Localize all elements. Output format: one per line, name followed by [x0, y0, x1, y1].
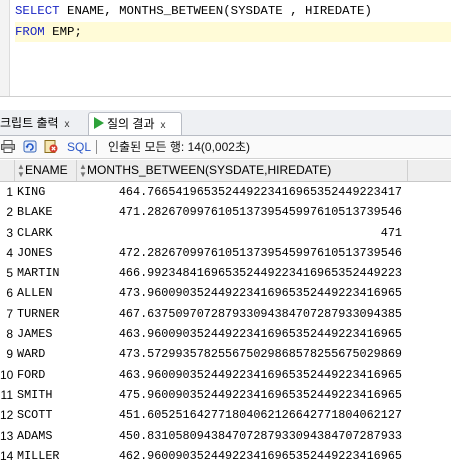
sql-keyword: FROM — [15, 25, 45, 39]
table-row[interactable]: 3 CLARK 471 — [0, 223, 451, 243]
ename-cell[interactable]: KING — [17, 182, 77, 202]
ename-cell[interactable]: MILLER — [17, 446, 77, 466]
row-number-cell[interactable]: 6 — [0, 283, 13, 303]
editor-line-2[interactable]: FROM EMP; — [15, 22, 451, 42]
months-between-cell[interactable]: 466.992348416965352449223416965352449223 — [82, 263, 402, 283]
row-number-cell[interactable]: 9 — [0, 344, 13, 364]
table-row[interactable]: 13 ADAMS 450.83105809438470728793309438470… — [0, 426, 451, 446]
sql-editor[interactable]: SELECT ENAME, MONTHS_BETWEEN(SYSDATE , H… — [0, 0, 451, 97]
months-between-cell[interactable]: 471 — [82, 223, 402, 243]
editor-gutter — [0, 0, 10, 96]
toolbar-divider — [96, 140, 97, 154]
table-row[interactable]: 1 KING 464.7665419653524492234169653524492… — [0, 182, 451, 202]
months-between-cell[interactable]: 450.831058094384707287933094384707287933 — [82, 426, 402, 446]
months-between-cell[interactable]: 451.605251642771804062126642771804062127 — [82, 405, 402, 425]
sql-file-icon[interactable] — [44, 140, 58, 153]
row-number-cell[interactable]: 7 — [0, 304, 13, 324]
months-between-cell[interactable]: 473.572993578255675029868578255675029869 — [82, 344, 402, 364]
months-between-cell[interactable]: 472.282670997610513739545997610513739546 — [82, 243, 402, 263]
ename-cell[interactable]: CLARK — [17, 223, 77, 243]
sql-text: ENAME, MONTHS_BETWEEN(SYSDATE , HIREDATE… — [59, 4, 372, 18]
row-number-cell[interactable]: 2 — [0, 202, 13, 222]
printer-icon[interactable] — [1, 140, 15, 153]
tab-script-output[interactable]: 크립트 출력 x — [0, 112, 85, 134]
grid-header: ▲ ▼ENAME ▲ ▼MONTHS_BETWEEN(SYSDATE,HIREDAT… — [0, 160, 451, 182]
column-header-ename[interactable]: ▲ ▼ENAME — [15, 160, 77, 181]
ename-cell[interactable]: JAMES — [17, 324, 77, 344]
ename-cell[interactable]: SMITH — [17, 385, 77, 405]
ename-cell[interactable]: MARTIN — [17, 263, 77, 283]
sort-icon: ▲ ▼ — [79, 161, 87, 179]
result-tab-bar: 크립트 출력 x 질의 결과 x — [0, 110, 451, 136]
tab-close-icon[interactable]: x — [65, 119, 70, 130]
refresh-icon[interactable] — [23, 140, 37, 153]
row-number-cell[interactable]: 14 — [0, 446, 13, 466]
row-number-cell[interactable]: 5 — [0, 263, 13, 283]
result-toolbar: SQL 인출된 모든 행: 14(0,002초) — [0, 136, 451, 159]
ename-cell[interactable]: TURNER — [17, 304, 77, 324]
tab-close-icon[interactable]: x — [161, 120, 166, 131]
months-between-cell[interactable]: 463.960090352449223416965352449223416965 — [82, 324, 402, 344]
ename-cell[interactable]: JONES — [17, 243, 77, 263]
table-row[interactable]: 8 JAMES 463.960090352449223416965352449223… — [0, 324, 451, 344]
ename-cell[interactable]: SCOTT — [17, 405, 77, 425]
grid-corner[interactable] — [0, 160, 15, 181]
grid-body: 1 KING 464.7665419653524492234169653524492… — [0, 182, 451, 466]
sql-text: EMP; — [44, 25, 82, 39]
ename-cell[interactable]: ALLEN — [17, 283, 77, 303]
table-row[interactable]: 9 WARD 473.5729935782556750298685782556750… — [0, 344, 451, 364]
run-icon — [94, 117, 104, 129]
result-grid: ▲ ▼ENAME ▲ ▼MONTHS_BETWEEN(SYSDATE,HIREDAT… — [0, 160, 451, 466]
table-row[interactable]: 10 FORD 463.960090352449223416965352449223… — [0, 365, 451, 385]
fetch-status: 인출된 모든 행: 14(0,002초) — [108, 140, 250, 154]
months-between-cell[interactable]: 464.766541965352449223416965352449223417 — [82, 182, 402, 202]
sql-button[interactable]: SQL — [67, 136, 91, 158]
column-header-label: ENAME — [25, 163, 68, 177]
row-number-cell[interactable]: 1 — [0, 182, 13, 202]
sql-keyword: SELECT — [15, 4, 60, 18]
editor-line-1[interactable]: SELECT ENAME, MONTHS_BETWEEN(SYSDATE , H… — [15, 1, 372, 21]
table-row[interactable]: 11 SMITH 475.96009035244922341696535244922… — [0, 385, 451, 405]
ename-cell[interactable]: FORD — [17, 365, 77, 385]
months-between-cell[interactable]: 475.960090352449223416965352449223416965 — [82, 385, 402, 405]
row-number-cell[interactable]: 11 — [0, 385, 13, 405]
table-row[interactable]: 12 SCOTT 451.60525164277180406212664277180… — [0, 405, 451, 425]
row-number-cell[interactable]: 13 — [0, 426, 13, 446]
row-number-cell[interactable]: 10 — [0, 365, 13, 385]
table-row[interactable]: 2 BLAKE 471.282670997610513739545997610513… — [0, 202, 451, 222]
ename-cell[interactable]: BLAKE — [17, 202, 77, 222]
row-number-cell[interactable]: 12 — [0, 405, 13, 425]
table-row[interactable]: 4 JONES 472.282670997610513739545997610513… — [0, 243, 451, 263]
ename-cell[interactable]: WARD — [17, 344, 77, 364]
ename-cell[interactable]: ADAMS — [17, 426, 77, 446]
column-header-label: MONTHS_BETWEEN(SYSDATE,HIREDATE) — [87, 163, 332, 177]
table-row[interactable]: 14 MILLER 462.9600903524492234169653524492… — [0, 446, 451, 466]
months-between-cell[interactable]: 473.960090352449223416965352449223416965 — [82, 283, 402, 303]
table-row[interactable]: 6 ALLEN 473.960090352449223416965352449223… — [0, 283, 451, 303]
months-between-cell[interactable]: 471.282670997610513739545997610513739546 — [82, 202, 402, 222]
row-number-cell[interactable]: 8 — [0, 324, 13, 344]
splitter[interactable] — [0, 97, 451, 110]
months-between-cell[interactable]: 463.960090352449223416965352449223416965 — [82, 365, 402, 385]
sort-icon: ▲ ▼ — [17, 161, 25, 179]
tab-label: 크립트 출력 — [0, 116, 59, 130]
table-row[interactable]: 7 TURNER 467.63750970728793309438470728793… — [0, 304, 451, 324]
tab-label: 질의 결과 — [107, 117, 155, 131]
row-number-cell[interactable]: 3 — [0, 223, 13, 243]
months-between-cell[interactable]: 467.637509707287933094384707287933094385 — [82, 304, 402, 324]
table-row[interactable]: 5 MARTIN 466.99234841696535244922341696535… — [0, 263, 451, 283]
column-header-months-between[interactable]: ▲ ▼MONTHS_BETWEEN(SYSDATE,HIREDATE) — [77, 160, 408, 181]
tab-query-result[interactable]: 질의 결과 x — [88, 112, 182, 135]
row-number-cell[interactable]: 4 — [0, 243, 13, 263]
months-between-cell[interactable]: 462.960090352449223416965352449223416965 — [82, 446, 402, 466]
